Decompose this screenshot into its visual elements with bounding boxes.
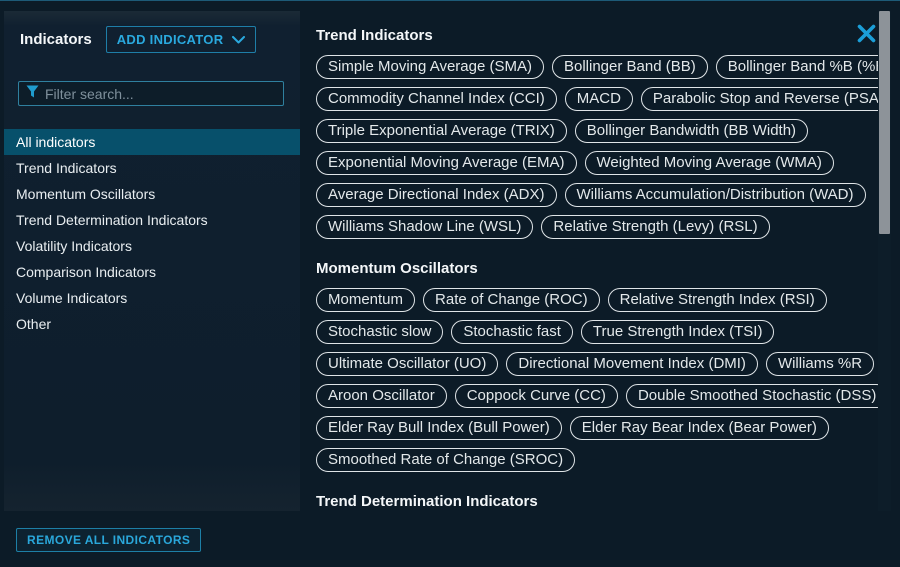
filter-funnel-icon bbox=[26, 85, 39, 103]
pill-row: Exponential Moving Average (EMA) Weighted… bbox=[316, 151, 878, 175]
indicator-pill-double-smoothed-stochastic-dss[interactable]: Double Smoothed Stochastic (DSS) bbox=[626, 384, 878, 408]
close-icon[interactable] bbox=[856, 23, 877, 44]
sidebar-header: Indicators ADD INDICATOR bbox=[4, 11, 300, 53]
remove-all-indicators-button[interactable]: REMOVE ALL INDICATORS bbox=[16, 528, 201, 552]
indicator-pill-triple-exponential-average-trix[interactable]: Triple Exponential Average (TRIX) bbox=[316, 119, 567, 143]
sidebar-item-all-indicators[interactable]: All indicators bbox=[4, 129, 300, 155]
indicator-pill-stochastic-slow[interactable]: Stochastic slow bbox=[316, 320, 443, 344]
pill-row: Williams Shadow Line (WSL) Relative Stren… bbox=[316, 215, 878, 239]
indicator-pill-smoothed-rate-of-change-sroc[interactable]: Smoothed Rate of Change (SROC) bbox=[316, 448, 575, 472]
scrollbar-thumb[interactable] bbox=[879, 11, 890, 234]
indicator-pill-exponential-moving-average-ema[interactable]: Exponential Moving Average (EMA) bbox=[316, 151, 577, 175]
indicator-pill-parabolic-stop-and-reverse-psar[interactable]: Parabolic Stop and Reverse (PSAR) bbox=[641, 87, 878, 111]
indicator-pill-macd[interactable]: MACD bbox=[565, 87, 633, 111]
scrollbar-track[interactable] bbox=[878, 11, 891, 517]
sidebar-item-trend-determination-indicators[interactable]: Trend Determination Indicators bbox=[4, 207, 300, 233]
indicator-pill-coppock-curve-cc[interactable]: Coppock Curve (CC) bbox=[455, 384, 618, 408]
indicator-pill-directional-movement-index-dmi[interactable]: Directional Movement Index (DMI) bbox=[506, 352, 758, 376]
add-indicator-button[interactable]: ADD INDICATOR bbox=[106, 26, 257, 53]
section-trend-indicators: Trend Indicators Simple Moving Average (S… bbox=[316, 27, 878, 239]
chevron-down-icon bbox=[232, 32, 245, 47]
indicator-pill-average-directional-index-adx[interactable]: Average Directional Index (ADX) bbox=[316, 183, 557, 207]
add-indicator-label: ADD INDICATOR bbox=[117, 32, 224, 47]
section-title: Trend Indicators bbox=[316, 27, 878, 45]
indicator-pill-bollinger-band-b-b[interactable]: Bollinger Band %B (%B) bbox=[716, 55, 878, 79]
indicator-pill-williams-r[interactable]: Williams %R bbox=[766, 352, 874, 376]
pill-row: Triple Exponential Average (TRIX) Bolling… bbox=[316, 119, 878, 143]
indicator-pill-bollinger-bandwidth-bb-width[interactable]: Bollinger Bandwidth (BB Width) bbox=[575, 119, 808, 143]
indicator-pill-rate-of-change-roc[interactable]: Rate of Change (ROC) bbox=[423, 288, 600, 312]
indicator-pill-true-strength-index-tsi[interactable]: True Strength Index (TSI) bbox=[581, 320, 775, 344]
indicator-pill-momentum[interactable]: Momentum bbox=[316, 288, 415, 312]
sidebar-item-trend-indicators[interactable]: Trend Indicators bbox=[4, 155, 300, 181]
pill-row: Commodity Channel Index (CCI) MACD Parabol… bbox=[316, 87, 878, 111]
filter-search-field[interactable] bbox=[18, 81, 284, 106]
sidebar-item-other[interactable]: Other bbox=[4, 311, 300, 337]
sidebar-item-momentum-oscillators[interactable]: Momentum Oscillators bbox=[4, 181, 300, 207]
indicator-pill-williams-shadow-line-wsl[interactable]: Williams Shadow Line (WSL) bbox=[316, 215, 533, 239]
indicator-pill-relative-strength-index-rsi[interactable]: Relative Strength Index (RSI) bbox=[608, 288, 827, 312]
indicator-pill-williams-accumulation-distribution-wad[interactable]: Williams Accumulation/Distribution (WAD) bbox=[565, 183, 866, 207]
indicator-pill-elder-ray-bear-index-bear-power[interactable]: Elder Ray Bear Index (Bear Power) bbox=[570, 416, 829, 440]
indicator-pill-relative-strength-levy-rsl[interactable]: Relative Strength (Levy) (RSL) bbox=[541, 215, 769, 239]
pill-row: Ultimate Oscillator (UO) Directional Move… bbox=[316, 352, 878, 376]
filter-search-input[interactable] bbox=[45, 86, 276, 102]
sidebar-item-volume-indicators[interactable]: Volume Indicators bbox=[4, 285, 300, 311]
indicator-pill-weighted-moving-average-wma[interactable]: Weighted Moving Average (WMA) bbox=[585, 151, 834, 175]
indicator-list-panel: Trend Indicators Simple Moving Average (S… bbox=[300, 1, 878, 521]
indicator-pill-aroon-oscillator[interactable]: Aroon Oscillator bbox=[316, 384, 447, 408]
section-momentum-oscillators: Momentum Oscillators Momentum Rate of Chan… bbox=[316, 260, 878, 472]
pill-row: Average Directional Index (ADX) Williams … bbox=[316, 183, 878, 207]
sidebar-item-comparison-indicators[interactable]: Comparison Indicators bbox=[4, 259, 300, 285]
indicator-pill-ultimate-oscillator-uo[interactable]: Ultimate Oscillator (UO) bbox=[316, 352, 498, 376]
pill-row: Aroon Oscillator Coppock Curve (CC) Double… bbox=[316, 384, 878, 408]
section-title: Momentum Oscillators bbox=[316, 260, 878, 278]
indicator-pill-stochastic-fast[interactable]: Stochastic fast bbox=[451, 320, 573, 344]
category-list: All indicatorsTrend IndicatorsMomentum O… bbox=[4, 129, 300, 337]
indicator-pill-elder-ray-bull-index-bull-power[interactable]: Elder Ray Bull Index (Bull Power) bbox=[316, 416, 562, 440]
pill-row: Elder Ray Bull Index (Bull Power) Elder R… bbox=[316, 416, 878, 440]
sidebar-item-volatility-indicators[interactable]: Volatility Indicators bbox=[4, 233, 300, 259]
pill-row: Stochastic slow Stochastic fast True Stren… bbox=[316, 320, 878, 344]
indicator-pill-bollinger-band-bb[interactable]: Bollinger Band (BB) bbox=[552, 55, 708, 79]
section-title: Trend Determination Indicators bbox=[316, 493, 878, 511]
panel-title: Indicators bbox=[20, 31, 92, 48]
pill-row: Simple Moving Average (SMA) Bollinger Ban… bbox=[316, 55, 878, 79]
indicator-pill-commodity-channel-index-cci[interactable]: Commodity Channel Index (CCI) bbox=[316, 87, 557, 111]
pill-row: Momentum Rate of Change (ROC) Relative Str… bbox=[316, 288, 878, 312]
indicator-pill-simple-moving-average-sma[interactable]: Simple Moving Average (SMA) bbox=[316, 55, 544, 79]
footer-bar: REMOVE ALL INDICATORS bbox=[0, 511, 900, 567]
pill-row: Smoothed Rate of Change (SROC) bbox=[316, 448, 878, 472]
indicators-sidebar: Indicators ADD INDICATOR All indicatorsT… bbox=[4, 11, 300, 511]
